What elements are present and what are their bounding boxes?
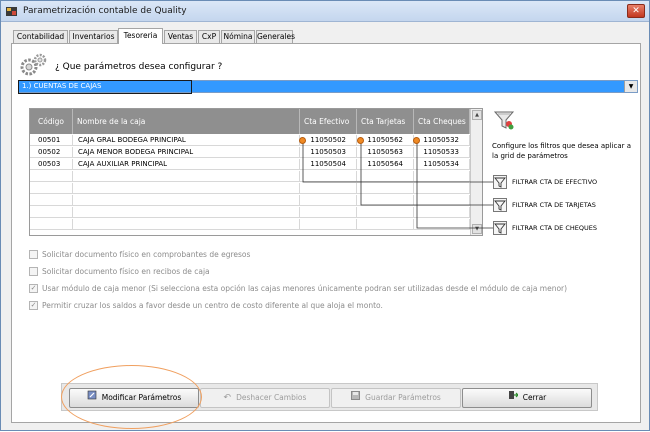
option-egresos-checkbox[interactable]: [29, 250, 38, 259]
save-icon: [351, 389, 361, 407]
connector-lines: [302, 140, 494, 229]
marker-cta-tarjetas: [357, 137, 364, 144]
option-recibos-checkbox[interactable]: [29, 267, 38, 276]
option-egresos-label: Solicitar documento físico en comprobant…: [42, 250, 251, 259]
save-parameters-button[interactable]: Guardar Parámetros: [331, 388, 461, 408]
filter-icon[interactable]: [493, 198, 507, 212]
filter-cta-efectivo-label: FILTRAR CTA DE EFECTIVO: [512, 178, 598, 186]
filter-help-text: Configure los filtros que desea aplicar …: [492, 142, 632, 160]
option-cruzar-saldos-checkbox[interactable]: ✓: [29, 301, 38, 310]
option-caja-menor-label: Usar módulo de caja menor (Si selecciona…: [42, 284, 568, 293]
annotation-circle: [61, 365, 202, 429]
tab-tesoreria[interactable]: Tesoreria: [118, 28, 163, 44]
close-label: Cerrar: [522, 393, 547, 402]
option-cruzar-saldos-label: Permitir cruzar los saldos a favor desde…: [42, 301, 383, 310]
marker-cta-efectivo: [299, 137, 306, 144]
funnel-icon: [493, 111, 515, 130]
undo-icon: ↶: [223, 393, 232, 403]
save-parameters-label: Guardar Parámetros: [365, 393, 441, 402]
undo-changes-button[interactable]: ↶ Deshacer Cambios: [200, 388, 330, 408]
main-window: Parametrización contable de Quality ✕ Co…: [0, 0, 650, 431]
option-recibos-label: Solicitar documento físico en recibos de…: [42, 267, 210, 276]
close-button[interactable]: Cerrar: [462, 388, 592, 408]
filter-icon[interactable]: [493, 175, 507, 189]
filter-icon[interactable]: [493, 221, 507, 235]
option-caja-menor-checkbox[interactable]: ✓: [29, 284, 38, 293]
undo-changes-label: Deshacer Cambios: [236, 393, 307, 402]
marker-cta-cheques: [413, 137, 420, 144]
filter-cta-tarjetas-label: FILTRAR CTA DE TARJETAS: [512, 201, 596, 209]
exit-door-icon: [508, 389, 519, 407]
filter-cta-cheques-label: FILTRAR CTA DE CHEQUES: [512, 224, 597, 232]
